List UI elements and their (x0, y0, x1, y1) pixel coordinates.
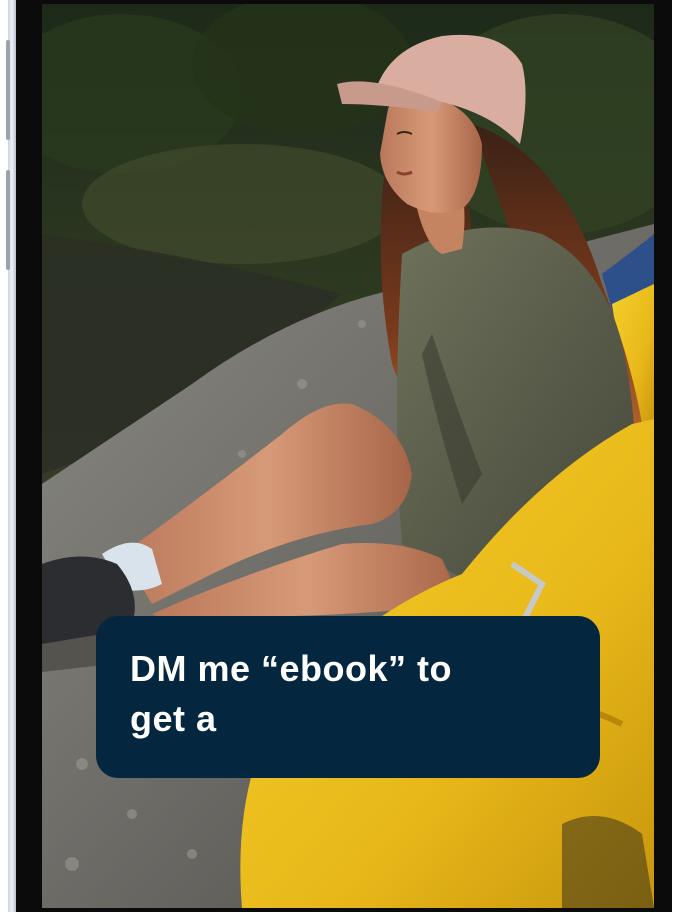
device-frame: DM me “ebook” to get a (0, 0, 676, 912)
side-button-bottom (6, 170, 10, 270)
caption-text: DM me “ebook” to get a (130, 648, 453, 739)
side-button-top (6, 40, 10, 140)
story-screen[interactable]: DM me “ebook” to get a (42, 4, 654, 908)
caption-bubble: DM me “ebook” to get a (96, 616, 600, 778)
